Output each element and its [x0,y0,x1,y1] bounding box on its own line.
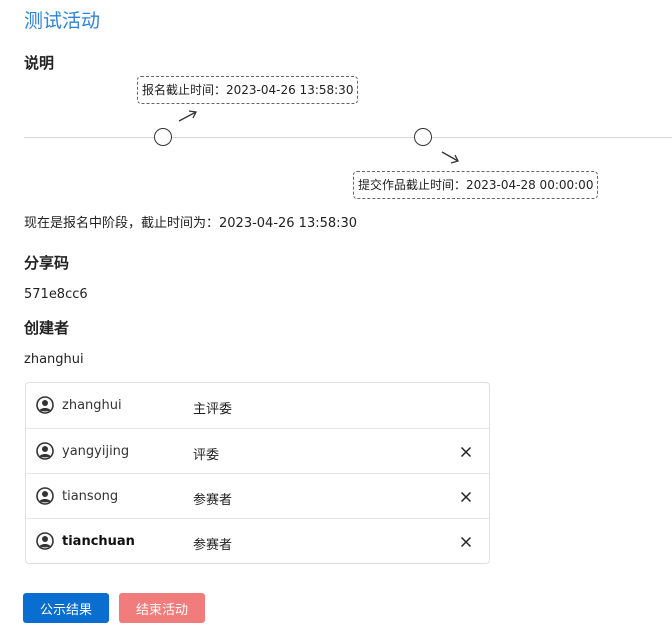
member-name: tianchuan [62,534,135,549]
list-item: tiansong 参赛者 [26,473,489,518]
creator-heading: 创建者 [24,319,70,337]
stage-status-text: 现在是报名中阶段，截止时间为：2023-04-26 13:58:30 [24,216,358,231]
member-list: zhanghui 主评委 yangyijing 评委 tiansong 参赛者 [25,382,490,564]
member-role: 评委 [193,448,220,463]
share-code-heading: 分享码 [24,254,70,272]
user-avatar-icon [36,396,54,414]
submission-deadline-label: 提交作品截止时间：2023-04-28 00:00:00 [353,171,599,199]
member-name: yangyijing [62,444,130,459]
arrow-down-right-icon [441,151,459,164]
close-icon[interactable] [460,446,472,458]
list-item: tianchuan 参赛者 [26,518,489,563]
member-role: 参赛者 [193,493,233,508]
publish-results-button[interactable]: 公示结果 [23,593,109,623]
arrow-up-right-icon [178,110,197,122]
timeline-node-registration [154,128,172,146]
list-item: zhanghui 主评委 [26,383,489,428]
end-activity-button[interactable]: 结束活动 [119,593,205,623]
list-item: yangyijing 评委 [26,428,489,473]
member-role: 主评委 [193,402,233,417]
registration-deadline-label: 报名截止时间：2023-04-26 13:58:30 [137,76,359,104]
user-avatar-icon [36,442,54,460]
timeline-line [24,137,672,138]
page-title: 测试活动 [24,10,101,32]
close-icon[interactable] [460,491,472,503]
description-heading: 说明 [24,54,55,72]
member-name: tiansong [62,489,119,504]
share-code-value: 571e8cc6 [24,287,88,302]
timeline-node-submission [414,128,432,146]
member-role: 参赛者 [193,538,233,553]
user-avatar-icon [36,487,54,505]
creator-name: zhanghui [24,352,84,367]
member-name: zhanghui [62,398,122,413]
user-avatar-icon [36,532,54,550]
close-icon[interactable] [460,536,472,548]
